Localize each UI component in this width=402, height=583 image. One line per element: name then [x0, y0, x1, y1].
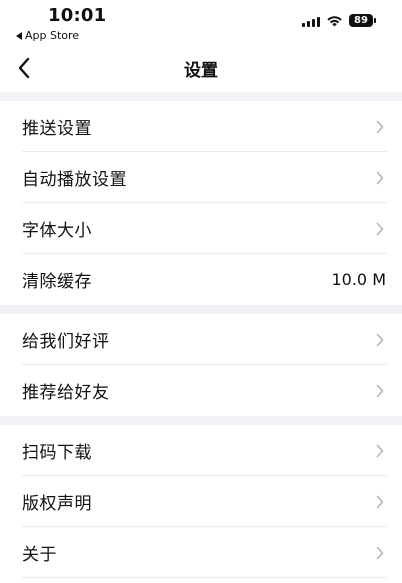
settings-item-push[interactable]: 推送设置 — [0, 101, 402, 152]
chevron-right-icon — [374, 170, 386, 186]
settings-item-font-size[interactable]: 字体大小 — [0, 203, 402, 254]
back-to-app-store-link[interactable]: App Store — [16, 29, 79, 42]
settings-item-copyright[interactable]: 版权声明 — [0, 476, 402, 527]
chevron-right-icon — [374, 221, 386, 237]
settings-item-autoplay[interactable]: 自动播放设置 — [0, 152, 402, 203]
settings-item-clear-cache[interactable]: 清除缓存 10.0 M — [0, 254, 402, 305]
settings-item-label: 自动播放设置 — [22, 170, 127, 190]
settings-list: 推送设置 自动播放设置 字体大小 清除缓存 10.0 M 给我们好评 推荐给好友… — [0, 92, 402, 578]
status-bar: 10:01 App Store 89 — [0, 0, 402, 44]
settings-item-label: 清除缓存 — [22, 272, 92, 292]
settings-item-label: 关于 — [22, 545, 57, 565]
settings-item-about[interactable]: 关于 — [0, 527, 402, 578]
settings-item-label: 推送设置 — [22, 119, 92, 139]
page-title: 设置 — [184, 61, 218, 81]
settings-item-rate-us[interactable]: 给我们好评 — [0, 314, 402, 365]
battery-icon: 89 — [349, 14, 376, 27]
chevron-right-icon — [374, 545, 386, 561]
chevron-right-icon — [374, 443, 386, 459]
settings-item-label: 版权声明 — [22, 494, 92, 514]
settings-item-label: 推荐给好友 — [22, 383, 110, 403]
settings-item-label: 字体大小 — [22, 221, 92, 241]
back-app-label: App Store — [25, 29, 80, 42]
chevron-right-icon — [374, 332, 386, 348]
settings-section-about: 扫码下载 版权声明 关于 — [0, 425, 402, 578]
settings-item-label: 扫码下载 — [22, 443, 92, 463]
status-time: 10:01 — [48, 5, 107, 26]
section-separator — [0, 416, 402, 425]
chevron-right-icon — [374, 383, 386, 399]
settings-item-label: 给我们好评 — [22, 332, 110, 352]
settings-item-recommend[interactable]: 推荐给好友 — [0, 365, 402, 416]
section-separator — [0, 92, 402, 101]
status-indicators: 89 — [302, 14, 376, 27]
cellular-signal-icon — [302, 15, 320, 27]
back-triangle-icon — [16, 31, 22, 40]
section-separator — [0, 305, 402, 314]
settings-item-scan-download[interactable]: 扫码下载 — [0, 425, 402, 476]
settings-section-general: 推送设置 自动播放设置 字体大小 清除缓存 10.0 M — [0, 101, 402, 305]
chevron-right-icon — [374, 119, 386, 135]
chevron-right-icon — [374, 494, 386, 510]
navigation-bar: 设置 — [0, 44, 402, 92]
settings-section-share: 给我们好评 推荐给好友 — [0, 314, 402, 416]
cache-size-value: 10.0 M — [331, 270, 386, 289]
wifi-icon — [327, 15, 342, 26]
battery-level: 89 — [349, 14, 373, 27]
